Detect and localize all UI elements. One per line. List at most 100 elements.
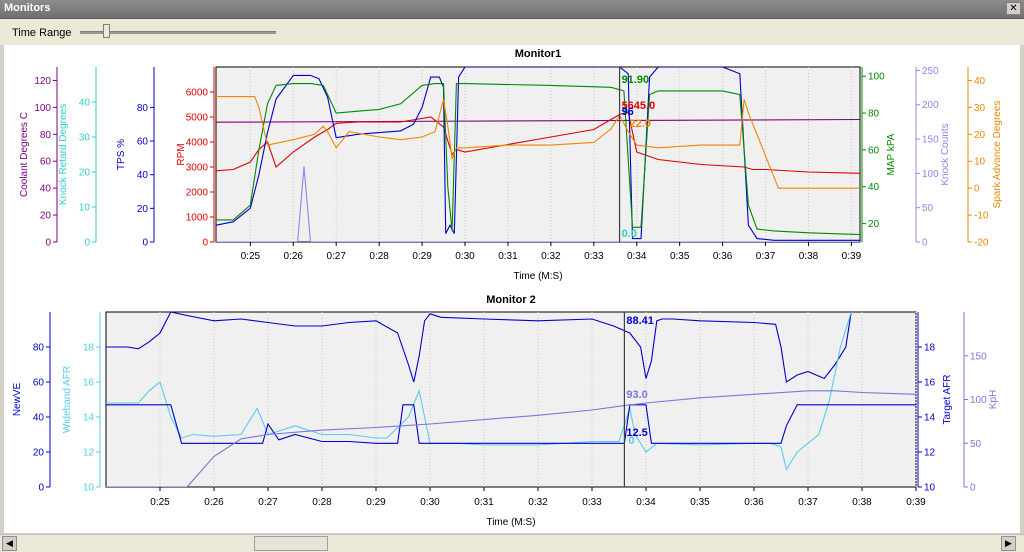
- y-tick-label: 50: [970, 439, 982, 450]
- x-tick-label: 0:30: [420, 497, 440, 508]
- time-range-slider-thumb[interactable]: [102, 24, 110, 38]
- y-tick-label: 16: [924, 378, 936, 389]
- y-axis-title: Target AFR: [942, 374, 953, 424]
- y-tick-label: 0: [142, 238, 148, 249]
- x-tick-label: 0:37: [798, 497, 818, 508]
- y-tick-label: 40: [33, 413, 45, 424]
- y-tick-label: 12: [924, 448, 936, 459]
- y-tick-label: 6000: [186, 88, 209, 99]
- y-tick-label: 150: [970, 351, 987, 362]
- y-tick-label: 16: [83, 378, 95, 389]
- y-tick-label: 120: [34, 76, 51, 87]
- y-tick-label: 10: [924, 483, 936, 494]
- cursor-value-label: 96: [622, 106, 634, 118]
- y-tick-label: 10: [974, 157, 986, 168]
- y-tick-label: 20: [137, 204, 149, 215]
- scroll-right-button[interactable]: ▶: [1001, 536, 1016, 551]
- y-axis-title: Wideband AFR: [62, 366, 73, 433]
- horizontal-scrollbar[interactable]: ◀ ▶: [0, 534, 1024, 552]
- y-tick-label: 250: [922, 66, 939, 77]
- x-tick-label: 0:39: [842, 251, 862, 262]
- y-tick-label: 10: [83, 483, 95, 494]
- y-axis-title: RPM: [176, 143, 187, 165]
- x-tick-label: 0:34: [636, 497, 656, 508]
- y-tick-label: 100: [970, 395, 987, 406]
- y-tick-label: -20: [974, 238, 989, 249]
- monitors-chart-area: Monitor1 0:25 0:26 0:27 0:28 0:29 0:30 0:31 0:32…: [4, 45, 1020, 533]
- x-tick-label: 0:28: [369, 251, 389, 262]
- y-tick-label: 14: [83, 413, 95, 424]
- y-tick-label: 12: [83, 448, 95, 459]
- y-axis-title: TPS %: [116, 139, 127, 170]
- x-tick-label: 0:33: [582, 497, 602, 508]
- x-tick-label: 0:36: [713, 251, 733, 262]
- y-axis-title: MAP kPA: [886, 133, 897, 175]
- x-tick-label: 0:33: [584, 251, 604, 262]
- cursor-value-label: 91.90: [622, 74, 650, 86]
- scroll-left-button[interactable]: ◀: [2, 536, 17, 551]
- close-button[interactable]: ✕: [1006, 2, 1021, 15]
- y-tick-label: 40: [974, 76, 986, 87]
- x-tick-label: 0:27: [326, 251, 346, 262]
- y-tick-label: -10: [974, 211, 989, 222]
- y-tick-label: 0: [974, 184, 980, 195]
- y-axis-title: Spark Advance Degrees: [992, 101, 1003, 209]
- x-tick-label: 0:32: [528, 497, 548, 508]
- cursor-value-label: 22.0: [630, 118, 651, 130]
- y-tick-label: 0: [84, 238, 90, 249]
- y-tick-label: 60: [868, 145, 880, 156]
- y-axis-title: KpH: [988, 390, 999, 409]
- x-tick-label: 0:37: [756, 251, 776, 262]
- y-tick-label: 20: [33, 448, 45, 459]
- cursor-value-label: 0.0: [622, 228, 637, 240]
- window-title: Monitors: [4, 2, 51, 14]
- y-tick-label: 0: [45, 238, 51, 249]
- y-tick-label: 60: [40, 157, 52, 168]
- y-tick-label: 0: [970, 483, 976, 494]
- x-tick-label: 0:29: [366, 497, 386, 508]
- y-tick-label: 0: [38, 483, 44, 494]
- y-tick-label: 2000: [186, 188, 209, 199]
- x-tick-label: 0:25: [150, 497, 170, 508]
- x-tick-label: 0:26: [204, 497, 224, 508]
- y-tick-label: 20: [79, 168, 91, 179]
- chart-title: Monitor1: [515, 48, 561, 60]
- chart-title: Monitor 2: [486, 294, 536, 306]
- y-tick-label: 80: [40, 130, 52, 141]
- y-tick-label: 50: [922, 203, 934, 214]
- y-tick-label: 1000: [186, 213, 209, 224]
- y-axis-title: Knock Counts: [940, 123, 951, 185]
- x-axis-label: Time (M:S): [486, 517, 535, 528]
- y-tick-label: 3000: [186, 163, 209, 174]
- y-tick-label: 10: [79, 203, 91, 214]
- y-tick-label: 150: [922, 135, 939, 146]
- y-tick-label: 18: [924, 343, 936, 354]
- y-tick-label: 200: [922, 100, 939, 111]
- y-tick-label: 0: [202, 238, 208, 249]
- y-tick-label: 80: [33, 343, 45, 354]
- cursor-value-label: 93.0: [626, 389, 647, 401]
- plot-area-1: [215, 66, 861, 243]
- x-tick-label: 0:32: [541, 251, 561, 262]
- plot-area-2: [105, 311, 917, 488]
- x-tick-label: 0:30: [455, 251, 475, 262]
- x-tick-label: 0:28: [312, 497, 332, 508]
- x-tick-label: 0:35: [690, 497, 710, 508]
- y-tick-label: 100: [922, 169, 939, 180]
- x-tick-label: 0:31: [498, 251, 518, 262]
- y-tick-label: 20: [974, 130, 986, 141]
- x-tick-label: 0:36: [744, 497, 764, 508]
- y-tick-label: 80: [868, 109, 880, 120]
- y-axis-title: NewVE: [12, 383, 23, 417]
- y-tick-label: 60: [137, 137, 149, 148]
- y-tick-label: 0: [922, 238, 928, 249]
- x-tick-label: 0:34: [627, 251, 647, 262]
- time-range-label: Time Range: [12, 27, 72, 39]
- scroll-thumb[interactable]: [254, 536, 328, 551]
- x-axis-label: Time (M:S): [513, 271, 562, 282]
- y-tick-label: 30: [79, 133, 91, 144]
- y-tick-label: 20: [40, 211, 52, 222]
- cursor-value-label: 88.41: [626, 315, 654, 327]
- y-tick-label: 18: [83, 343, 95, 354]
- cursor-value-label: 0: [628, 435, 634, 447]
